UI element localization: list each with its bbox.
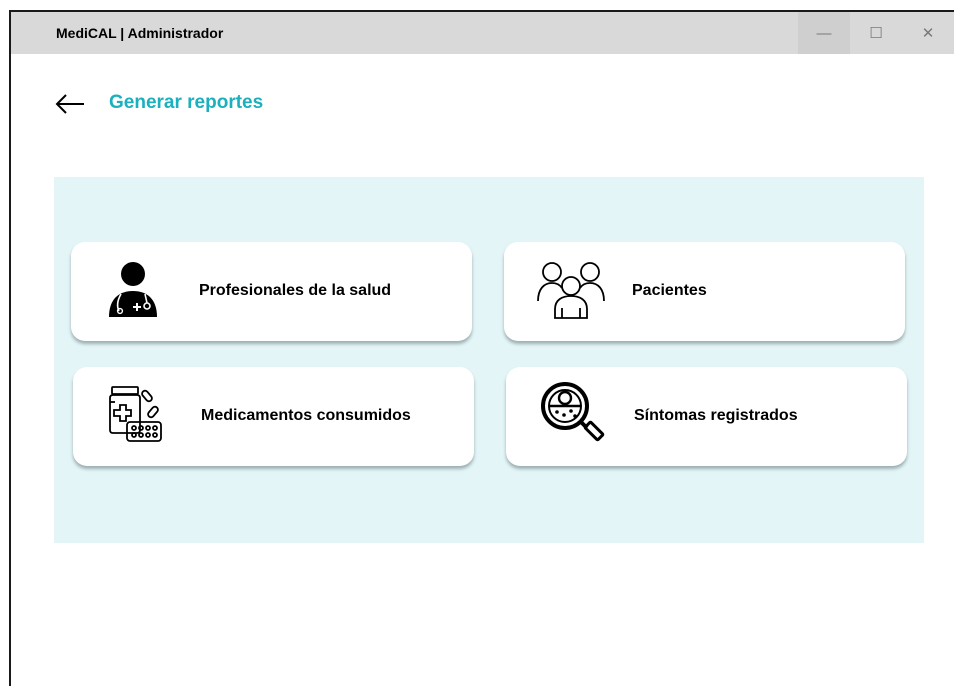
patients-icon	[537, 262, 605, 319]
report-card-label: Profesionales de la salud	[199, 282, 392, 299]
report-card-patients[interactable]: Pacientes	[504, 242, 905, 341]
window-title: MediCAL | Administrador	[56, 25, 224, 41]
window-controls: — ☐ ✕	[798, 12, 954, 54]
doctor-icon	[109, 262, 157, 317]
minimize-button[interactable]: —	[798, 12, 850, 54]
report-card-symptoms[interactable]: Síntomas registrados	[506, 367, 907, 466]
report-card-label: Pacientes	[632, 282, 707, 299]
app-window: MediCAL | Administrador — ☐ ✕ Generar re…	[9, 10, 954, 686]
report-card-professionals[interactable]: Profesionales de la salud	[71, 242, 472, 341]
virus-search-icon	[541, 382, 605, 442]
close-button[interactable]: ✕	[902, 12, 954, 54]
arrow-left-icon[interactable]	[55, 94, 85, 114]
medicine-icon	[109, 386, 162, 442]
report-card-label: Síntomas registrados	[634, 407, 798, 424]
reports-panel: Profesionales de la salud Pacientes Medi…	[54, 177, 924, 543]
report-card-medicines[interactable]: Medicamentos consumidos	[73, 367, 474, 466]
maximize-button[interactable]: ☐	[850, 12, 902, 54]
title-bar[interactable]: MediCAL | Administrador — ☐ ✕	[11, 12, 954, 54]
report-card-label: Medicamentos consumidos	[201, 407, 411, 424]
page-title: Generar reportes	[109, 92, 264, 113]
